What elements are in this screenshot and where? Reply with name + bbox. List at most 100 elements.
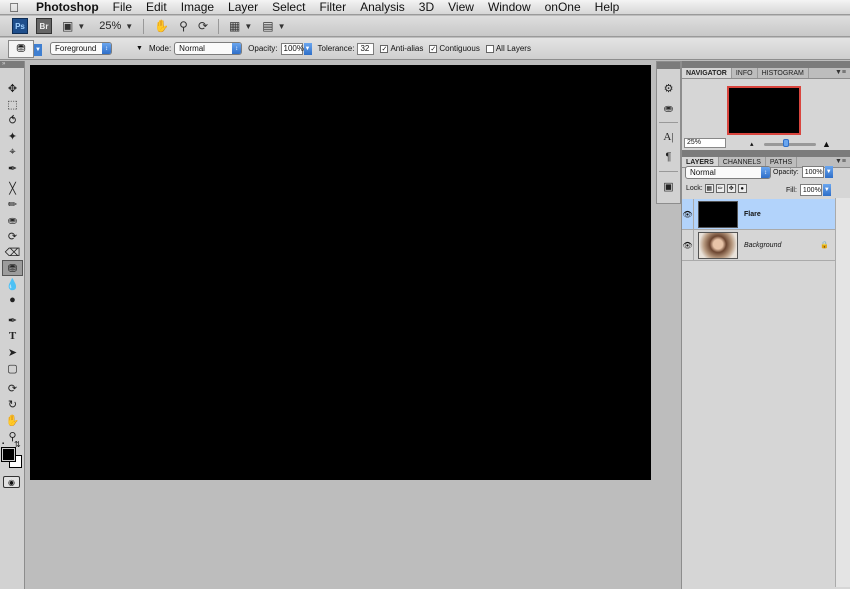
- fill-source-select[interactable]: Foreground ↕: [50, 42, 112, 55]
- opacity-dropdown-icon[interactable]: ▼: [824, 166, 833, 178]
- menu-window[interactable]: Window: [481, 0, 538, 14]
- eye-icon[interactable]: 👁: [682, 198, 694, 230]
- rotate-view-icon[interactable]: ⟳: [198, 19, 208, 33]
- tab-histogram[interactable]: HISTOGRAM: [758, 68, 809, 78]
- default-colors-icon[interactable]: ▪: [2, 441, 4, 447]
- divider: [143, 18, 145, 34]
- pen-tool-icon[interactable]: ✒: [2, 312, 23, 328]
- layer-row-flare[interactable]: 👁 Flare: [682, 198, 835, 230]
- crop-tool-icon[interactable]: ⌖: [2, 144, 23, 160]
- lock-all-icon[interactable]: ●: [737, 184, 747, 193]
- navigator-zoom-slider[interactable]: [764, 143, 816, 146]
- swap-colors-icon[interactable]: ⇅: [14, 440, 21, 449]
- pattern-picker-arrow-icon[interactable]: ▼: [136, 45, 143, 52]
- eyedropper-tool-icon[interactable]: ✒: [2, 160, 23, 176]
- contiguous-checkbox[interactable]: ✓: [429, 44, 438, 53]
- mode-select[interactable]: Normal ↕: [174, 42, 243, 55]
- panel-collapse-handle[interactable]: [682, 150, 850, 157]
- lock-position-icon[interactable]: ✥: [726, 184, 736, 193]
- color-swatches: ▪ ⇅: [0, 440, 25, 476]
- screen-mode-toggle-icon[interactable]: ▤: [262, 19, 273, 33]
- arrange-documents-icon[interactable]: ▦: [229, 19, 240, 33]
- zoom-in-icon[interactable]: ▲: [822, 139, 831, 149]
- panel-collapse-handle[interactable]: [682, 61, 850, 68]
- anti-alias-checkbox[interactable]: ✓: [380, 44, 389, 53]
- history-brush-tool-icon[interactable]: ⟳: [2, 228, 23, 244]
- healing-brush-tool-icon[interactable]: ╳: [2, 180, 23, 196]
- layer-opacity-input[interactable]: 100%: [801, 166, 824, 178]
- menu-image[interactable]: Image: [174, 0, 221, 14]
- zoom-tool-icon[interactable]: ⚲: [179, 19, 188, 33]
- panel-menu-icon[interactable]: ▼≡: [835, 69, 846, 76]
- navigator-zoom-input[interactable]: 25%: [684, 138, 726, 148]
- magic-wand-tool-icon[interactable]: ✦: [2, 128, 23, 144]
- menu-onone[interactable]: onOne: [538, 0, 588, 14]
- fill-input[interactable]: 100%: [799, 184, 822, 196]
- shape-tool-icon[interactable]: ▢: [2, 360, 23, 376]
- lasso-tool-icon[interactable]: ⥀: [2, 112, 23, 128]
- quick-mask-button[interactable]: ◉: [3, 476, 20, 488]
- zoom-out-icon[interactable]: ▴: [750, 140, 754, 148]
- panel-collapse-handle[interactable]: [657, 62, 680, 69]
- all-layers-checkbox[interactable]: [485, 44, 494, 53]
- menu-help[interactable]: Help: [588, 0, 627, 14]
- bridge-launch-button[interactable]: Br: [36, 18, 52, 34]
- menu-analysis[interactable]: Analysis: [353, 0, 412, 14]
- tolerance-input[interactable]: 32: [357, 42, 375, 55]
- brush-tool-icon[interactable]: ✏: [2, 196, 23, 212]
- panel-menu-icon[interactable]: ▼≡: [835, 158, 846, 165]
- lock-pixels-icon[interactable]: ✏: [715, 184, 725, 193]
- navigator-preview[interactable]: [727, 86, 801, 135]
- character-panel-icon[interactable]: A|: [658, 128, 679, 146]
- menu-3d[interactable]: 3D: [412, 0, 441, 14]
- menu-layer[interactable]: Layer: [221, 0, 265, 14]
- 3d-orbit-tool-icon[interactable]: ↻: [2, 396, 23, 412]
- divider: [218, 18, 220, 34]
- camera-icon[interactable]: ▣: [658, 177, 679, 195]
- blend-mode-select[interactable]: Normal ↕: [685, 166, 771, 179]
- panel-collapse-handle[interactable]: »: [0, 61, 24, 68]
- chevron-down-icon[interactable]: ▼: [77, 22, 85, 31]
- opacity-input[interactable]: 100%: [280, 42, 304, 55]
- dodge-tool-icon[interactable]: ●: [2, 292, 23, 308]
- clone-source-icon[interactable]: ⛂: [658, 99, 679, 117]
- 3d-rotate-tool-icon[interactable]: ⟳: [2, 380, 23, 396]
- layer-row-background[interactable]: 👁 Background 🔒: [682, 229, 835, 261]
- type-tool-icon[interactable]: T: [2, 328, 23, 344]
- document-canvas[interactable]: [30, 65, 651, 480]
- menu-edit[interactable]: Edit: [139, 0, 174, 14]
- path-selection-tool-icon[interactable]: ➤: [2, 344, 23, 360]
- chevron-down-icon[interactable]: ▼: [125, 22, 133, 31]
- tab-info[interactable]: INFO: [732, 68, 758, 78]
- menu-file[interactable]: File: [106, 0, 139, 14]
- blur-tool-icon[interactable]: 💧: [2, 276, 23, 292]
- eye-icon[interactable]: 👁: [682, 229, 694, 261]
- eraser-tool-icon[interactable]: ⌫: [2, 244, 23, 260]
- zoom-slider-handle[interactable]: [783, 139, 789, 147]
- menu-filter[interactable]: Filter: [312, 0, 353, 14]
- tool-presets-icon[interactable]: ⚙: [658, 79, 679, 97]
- menu-app-name[interactable]: Photoshop: [28, 0, 106, 14]
- tool-preset-picker[interactable]: ⛃ ▼: [8, 39, 42, 58]
- lock-transparency-icon[interactable]: ▦: [704, 184, 714, 193]
- zoom-level-select[interactable]: 25%: [99, 20, 121, 32]
- hand-tool-icon[interactable]: ✋: [154, 19, 169, 33]
- menu-view[interactable]: View: [441, 0, 481, 14]
- tab-navigator[interactable]: NAVIGATOR: [682, 68, 732, 78]
- clone-stamp-tool-icon[interactable]: ⛂: [2, 212, 23, 228]
- opacity-dropdown-icon[interactable]: ▼: [303, 42, 312, 55]
- screen-mode-icon[interactable]: ▣: [62, 19, 73, 33]
- foreground-color-swatch[interactable]: [1, 447, 16, 462]
- marquee-tool-icon[interactable]: ⬚: [2, 96, 23, 112]
- chevron-down-icon[interactable]: ▼: [278, 22, 286, 31]
- paint-bucket-icon: ⛃: [16, 43, 26, 55]
- apple-icon[interactable]: : [0, 0, 28, 15]
- layers-scrollbar[interactable]: [835, 198, 850, 587]
- paint-bucket-tool-icon[interactable]: ⛃: [2, 260, 23, 276]
- paragraph-panel-icon[interactable]: ¶: [658, 148, 679, 166]
- chevron-down-icon[interactable]: ▼: [244, 22, 252, 31]
- fill-dropdown-icon[interactable]: ▼: [822, 184, 831, 196]
- hand-tool-icon[interactable]: ✋: [2, 412, 23, 428]
- menu-select[interactable]: Select: [265, 0, 312, 14]
- move-tool-icon[interactable]: ✥: [2, 80, 23, 96]
